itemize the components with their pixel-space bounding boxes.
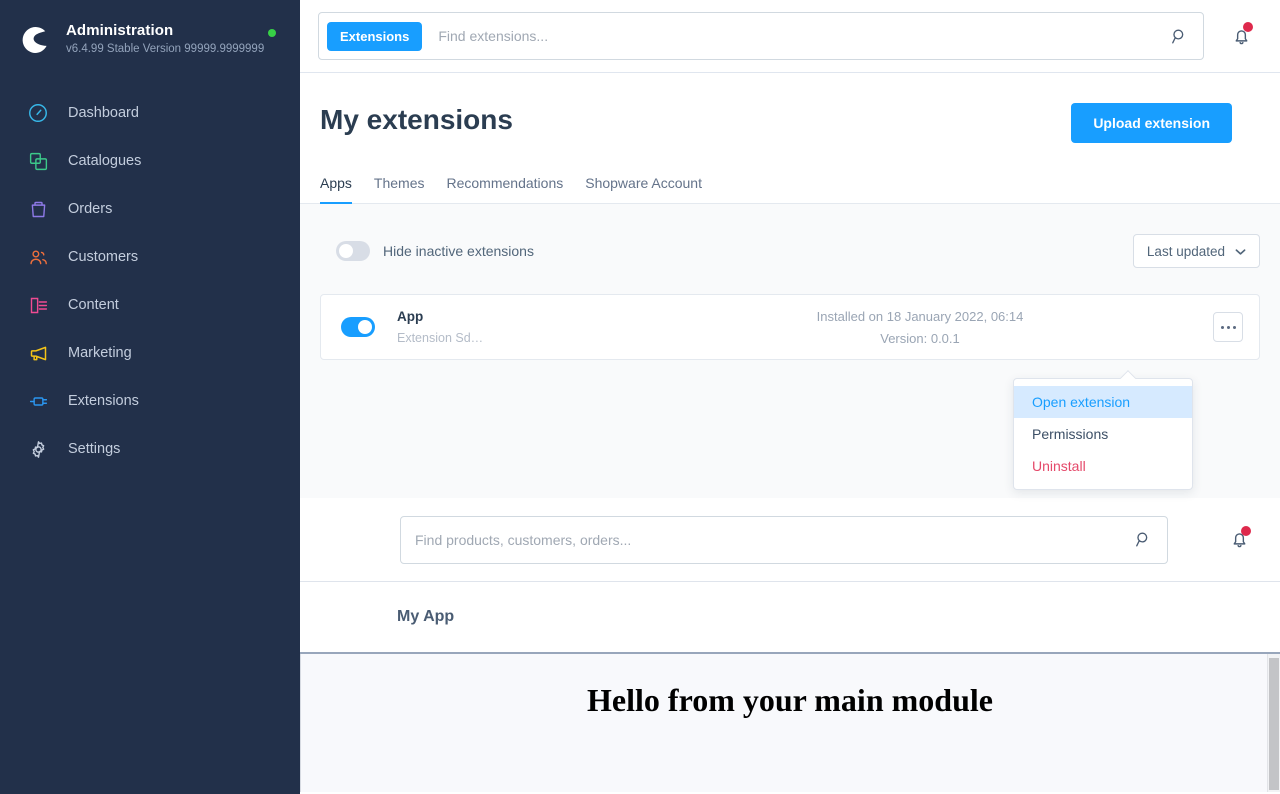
tab-shopware-account[interactable]: Shopware Account [585,175,702,204]
ellipsis-icon [1233,326,1236,329]
sidebar-item-label: Settings [68,441,120,457]
embedded-search-container [400,516,1168,564]
extension-card[interactable]: App Extension Sd… Installed on 18 Januar… [320,294,1260,360]
extension-name: App [397,308,627,326]
sort-dropdown-label: Last updated [1147,244,1225,259]
sidebar-item-label: Catalogues [68,153,141,169]
notifications-button[interactable] [1224,19,1258,53]
sidebar-nav: Dashboard Catalogues Orders [0,89,300,473]
online-status-dot [268,29,276,37]
sidebar-item-settings[interactable]: Settings [0,425,300,473]
sidebar-item-label: Extensions [68,393,139,409]
catalogues-icon [26,149,50,173]
context-menu-item-uninstall[interactable]: Uninstall [1014,450,1192,482]
filter-row: Hide inactive extensions Last updated [320,204,1260,268]
sidebar-item-label: Orders [68,201,112,217]
sidebar-item-extensions[interactable]: Extensions [0,377,300,425]
shopware-admin-screen: Administration v6.4.99 Stable Version 99… [0,0,1280,794]
notification-badge [1241,526,1251,536]
marketing-icon [26,341,50,365]
sidebar-item-label: Content [68,297,119,313]
sidebar-item-catalogues[interactable]: Catalogues [0,137,300,185]
tab-themes[interactable]: Themes [374,175,425,204]
top-search-bar: Extensions [300,0,1280,73]
settings-icon [26,437,50,461]
tab-recommendations[interactable]: Recommendations [447,175,564,204]
body-left-divider [300,654,301,792]
notification-badge [1243,22,1253,32]
tab-apps[interactable]: Apps [320,175,352,204]
sidebar-item-orders[interactable]: Orders [0,185,300,233]
page-header: My extensions Upload extension [300,73,1280,143]
embedded-body-heading: Hello from your main module [300,654,1280,719]
extension-name-column: App Extension Sd… [397,308,627,347]
search-scope-chip[interactable]: Extensions [327,22,422,51]
tab-bar: Apps Themes Recommendations Shopware Acc… [300,175,1280,204]
brand-version: v6.4.99 Stable Version 99999.9999999 [66,41,280,57]
embedded-module-title: My App [397,608,454,626]
content-icon [26,293,50,317]
sidebar-item-content[interactable]: Content [0,281,300,329]
extension-context-menu-button[interactable] [1213,312,1243,342]
extension-active-toggle[interactable] [341,317,375,337]
sidebar: Administration v6.4.99 Stable Version 99… [0,0,300,794]
context-menu-item-open-extension[interactable]: Open extension [1014,386,1192,418]
sort-dropdown-button[interactable]: Last updated [1133,234,1260,268]
ellipsis-icon [1221,326,1224,329]
extension-context-menu: Open extension Permissions Uninstall [1013,378,1193,490]
scrollbar-thumb[interactable] [1269,658,1279,790]
embedded-search-input[interactable] [415,532,1134,548]
shopware-logo-icon [20,25,50,55]
ellipsis-icon [1227,326,1230,329]
sidebar-item-label: Marketing [68,345,132,361]
extension-version: Version: 0.0.1 [627,329,1213,348]
dashboard-icon [26,101,50,125]
sidebar-brand[interactable]: Administration v6.4.99 Stable Version 99… [0,0,300,57]
upload-extension-button[interactable]: Upload extension [1071,103,1232,143]
search-icon[interactable] [1134,530,1153,549]
context-menu-item-permissions[interactable]: Permissions [1014,418,1192,450]
embedded-module-body: Hello from your main module [300,654,1280,792]
hide-inactive-group: Hide inactive extensions [320,241,534,261]
hide-inactive-toggle[interactable] [336,241,370,261]
sidebar-item-customers[interactable]: Customers [0,233,300,281]
sidebar-item-label: Customers [68,249,138,265]
sidebar-item-label: Dashboard [68,105,139,121]
embedded-body-scrollbar[interactable] [1267,654,1280,792]
embedded-notifications-button[interactable] [1222,523,1256,557]
hide-inactive-label: Hide inactive extensions [383,243,534,259]
search-input[interactable] [438,28,1170,44]
extension-meta-column: Installed on 18 January 2022, 06:14 Vers… [627,307,1213,348]
orders-icon [26,197,50,221]
context-menu-arrow [1120,370,1136,379]
brand-title: Administration [66,22,280,40]
sidebar-item-dashboard[interactable]: Dashboard [0,89,300,137]
sidebar-item-marketing[interactable]: Marketing [0,329,300,377]
search-container: Extensions [318,12,1204,60]
extensions-icon [26,389,50,413]
embedded-main: My App Hello from your main module [300,498,1280,794]
extension-installed-date: Installed on 18 January 2022, 06:14 [627,307,1213,326]
embedded-top-search-bar [300,498,1280,582]
chevron-down-icon [1235,244,1246,259]
page-title: My extensions [320,103,513,137]
search-icon[interactable] [1170,27,1189,46]
embedded-module-header: My App [300,582,1280,654]
customers-icon [26,245,50,269]
extension-subtitle: Extension Sd… [397,329,627,347]
